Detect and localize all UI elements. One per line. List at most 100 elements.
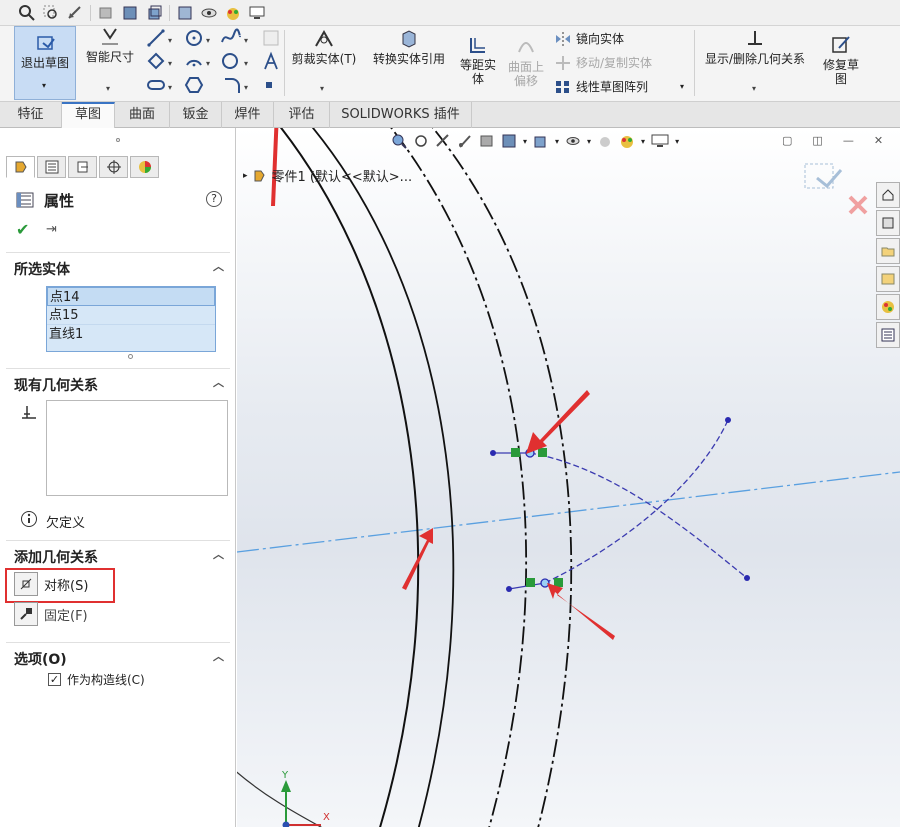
arc-tool-icon[interactable] — [184, 51, 204, 71]
spline-tool-icon[interactable] — [220, 28, 242, 48]
section-view-icon[interactable] — [457, 133, 473, 149]
design-library-icon[interactable] — [876, 210, 900, 236]
panel-grip[interactable] — [116, 138, 120, 142]
convert-entities-button[interactable]: 转换实体引用 — [364, 28, 454, 66]
edit-appearance-icon[interactable] — [200, 4, 218, 22]
custom-properties-icon[interactable] — [876, 322, 900, 348]
chevron-down-icon[interactable]: ▾ — [244, 83, 248, 92]
construction-centerline[interactable] — [237, 471, 900, 553]
view-palette-icon[interactable] — [876, 266, 900, 292]
list-resize-handle[interactable] — [128, 354, 133, 359]
sketch-endpoint[interactable] — [744, 575, 750, 581]
sketch-arc-fourth-dashed[interactable] — [397, 128, 573, 827]
chevron-down-icon[interactable]: ▾ — [106, 84, 110, 93]
tab-weldments[interactable]: 焊件 — [222, 102, 274, 128]
list-item[interactable]: 点14 — [47, 287, 215, 306]
confirmation-corner-cancel-icon[interactable] — [845, 192, 871, 218]
ellipse-tool-icon[interactable] — [220, 51, 240, 71]
list-item[interactable]: 直线1 — [47, 325, 215, 344]
view-orientation-icon[interactable] — [121, 4, 139, 22]
collapse-icon[interactable]: ︿ — [213, 374, 224, 390]
tab-property-manager[interactable] — [37, 156, 66, 178]
construction-checkbox[interactable]: ✓ — [48, 673, 61, 686]
tab-surfaces[interactable]: 曲面 — [115, 102, 170, 128]
expand-arrow-icon[interactable]: ▸ — [243, 171, 248, 181]
collapse-icon[interactable]: ︿ — [213, 258, 224, 274]
chevron-down-icon[interactable]: ▾ — [587, 137, 591, 146]
fillet-tool-icon[interactable] — [222, 76, 242, 94]
display-style-icon[interactable] — [145, 4, 163, 22]
edit-appearance-icon[interactable] — [597, 133, 613, 149]
hide-show-items-icon[interactable] — [176, 4, 194, 22]
sketch-arc-outer-solid[interactable] — [247, 128, 420, 827]
tab-sheet-metal[interactable]: 钣金 — [170, 102, 222, 128]
display-style-icon[interactable] — [533, 133, 549, 149]
sketch-endpoint[interactable] — [725, 417, 731, 423]
chevron-down-icon[interactable]: ▾ — [42, 81, 46, 90]
exit-sketch-button[interactable]: 退出草图 ▾ — [14, 26, 76, 100]
chevron-down-icon[interactable]: ▾ — [680, 82, 684, 91]
chevron-down-icon[interactable]: ▾ — [168, 59, 172, 68]
zoom-to-fit-icon[interactable] — [18, 4, 36, 22]
display-delete-relations-button[interactable]: 显示/删除几何关系 — [696, 28, 814, 66]
zoom-to-fit-icon[interactable] — [391, 133, 407, 149]
linear-pattern-button[interactable]: 线性草图阵列 ▾ — [554, 78, 684, 95]
tab-configuration-manager[interactable] — [68, 156, 97, 178]
text-tool-icon[interactable] — [262, 51, 280, 71]
chevron-down-icon[interactable]: ▾ — [675, 137, 679, 146]
chevron-down-icon[interactable]: ▾ — [320, 84, 324, 93]
selected-point-15[interactable] — [540, 578, 550, 588]
chevron-down-icon[interactable]: ▾ — [168, 83, 172, 92]
hide-show-items-icon[interactable] — [565, 133, 581, 149]
selected-entities-header[interactable]: 所选实体 ︿ — [6, 252, 230, 278]
section-view-icon[interactable] — [97, 4, 115, 22]
list-item[interactable]: 点15 — [47, 306, 215, 325]
chevron-down-icon[interactable]: ▾ — [555, 137, 559, 146]
tile-viewport-icon[interactable]: ◫ — [812, 134, 822, 147]
tab-evaluate[interactable]: 评估 — [274, 102, 330, 128]
ok-check-icon[interactable]: ✔ — [16, 220, 29, 239]
sketch-endpoint[interactable] — [490, 450, 496, 456]
sketch-arc-second-solid[interactable] — [277, 128, 455, 827]
graphics-area[interactable]: Y X ▾ ▾ ▾ ▾ ▾ ▢ ◫ — ✕ ▸ 零件1 (默认<<默认>... — [237, 128, 900, 827]
restore-viewport-icon[interactable]: ▢ — [782, 134, 792, 147]
chevron-down-icon[interactable]: ▾ — [206, 59, 210, 68]
file-explorer-icon[interactable] — [876, 238, 900, 264]
repair-sketch-button[interactable]: 修复草 图 — [814, 34, 868, 86]
zoom-area-icon[interactable] — [413, 133, 429, 149]
dynamic-annotation-icon[interactable] — [479, 133, 495, 149]
feature-tree-root[interactable]: ▸ 零件1 (默认<<默认>... — [243, 166, 412, 185]
line-tool-icon[interactable] — [146, 28, 166, 48]
chevron-down-icon[interactable]: ▾ — [206, 36, 210, 45]
view-settings-icon[interactable] — [651, 133, 669, 149]
chevron-down-icon[interactable]: ▾ — [244, 36, 248, 45]
sketch-arc-bottom-left[interactable] — [237, 768, 357, 827]
move-copy-entities-button[interactable]: 移动/复制实体 — [554, 54, 652, 71]
sketch-endpoint[interactable] — [506, 586, 512, 592]
confirmation-corner-exit-icon[interactable] — [803, 160, 849, 196]
help-icon[interactable]: ? — [206, 191, 222, 207]
existing-relations-header[interactable]: 现有几何关系 ︿ — [6, 368, 230, 394]
tab-solidworks-addins[interactable]: SOLIDWORKS 插件 — [330, 102, 472, 128]
tab-features[interactable]: 特征 — [0, 102, 62, 128]
smart-dimension-button[interactable]: 智能尺寸 — [80, 26, 140, 64]
tab-sketch[interactable]: 草图 — [62, 102, 115, 128]
rectangle-tool-icon[interactable] — [146, 51, 166, 71]
selected-entities-list[interactable]: 点14 点15 直线1 — [46, 286, 216, 352]
chevron-down-icon[interactable]: ▾ — [244, 59, 248, 68]
minimize-viewport-icon[interactable]: — — [843, 134, 854, 147]
sketch-canvas[interactable] — [237, 128, 900, 827]
zoom-area-icon[interactable] — [42, 4, 60, 22]
previous-view-icon[interactable] — [435, 133, 451, 149]
tab-dimxpert-manager[interactable] — [99, 156, 128, 178]
apply-scene-icon[interactable] — [619, 133, 635, 149]
collapse-icon[interactable]: ︿ — [213, 546, 224, 562]
chevron-down-icon[interactable]: ▾ — [523, 137, 527, 146]
construction-option[interactable]: ✓ 作为构造线(C) — [48, 671, 145, 688]
options-header[interactable]: 选项(O) ︿ — [6, 642, 230, 668]
mirror-entities-button[interactable]: 镜向实体 — [554, 30, 624, 47]
close-viewport-icon[interactable]: ✕ — [874, 134, 883, 147]
offset-entities-button[interactable]: 等距实 体 — [452, 34, 504, 86]
point-tool-icon[interactable] — [264, 80, 274, 90]
offset-on-surface-button[interactable]: 曲面上 偏移 — [504, 36, 548, 88]
